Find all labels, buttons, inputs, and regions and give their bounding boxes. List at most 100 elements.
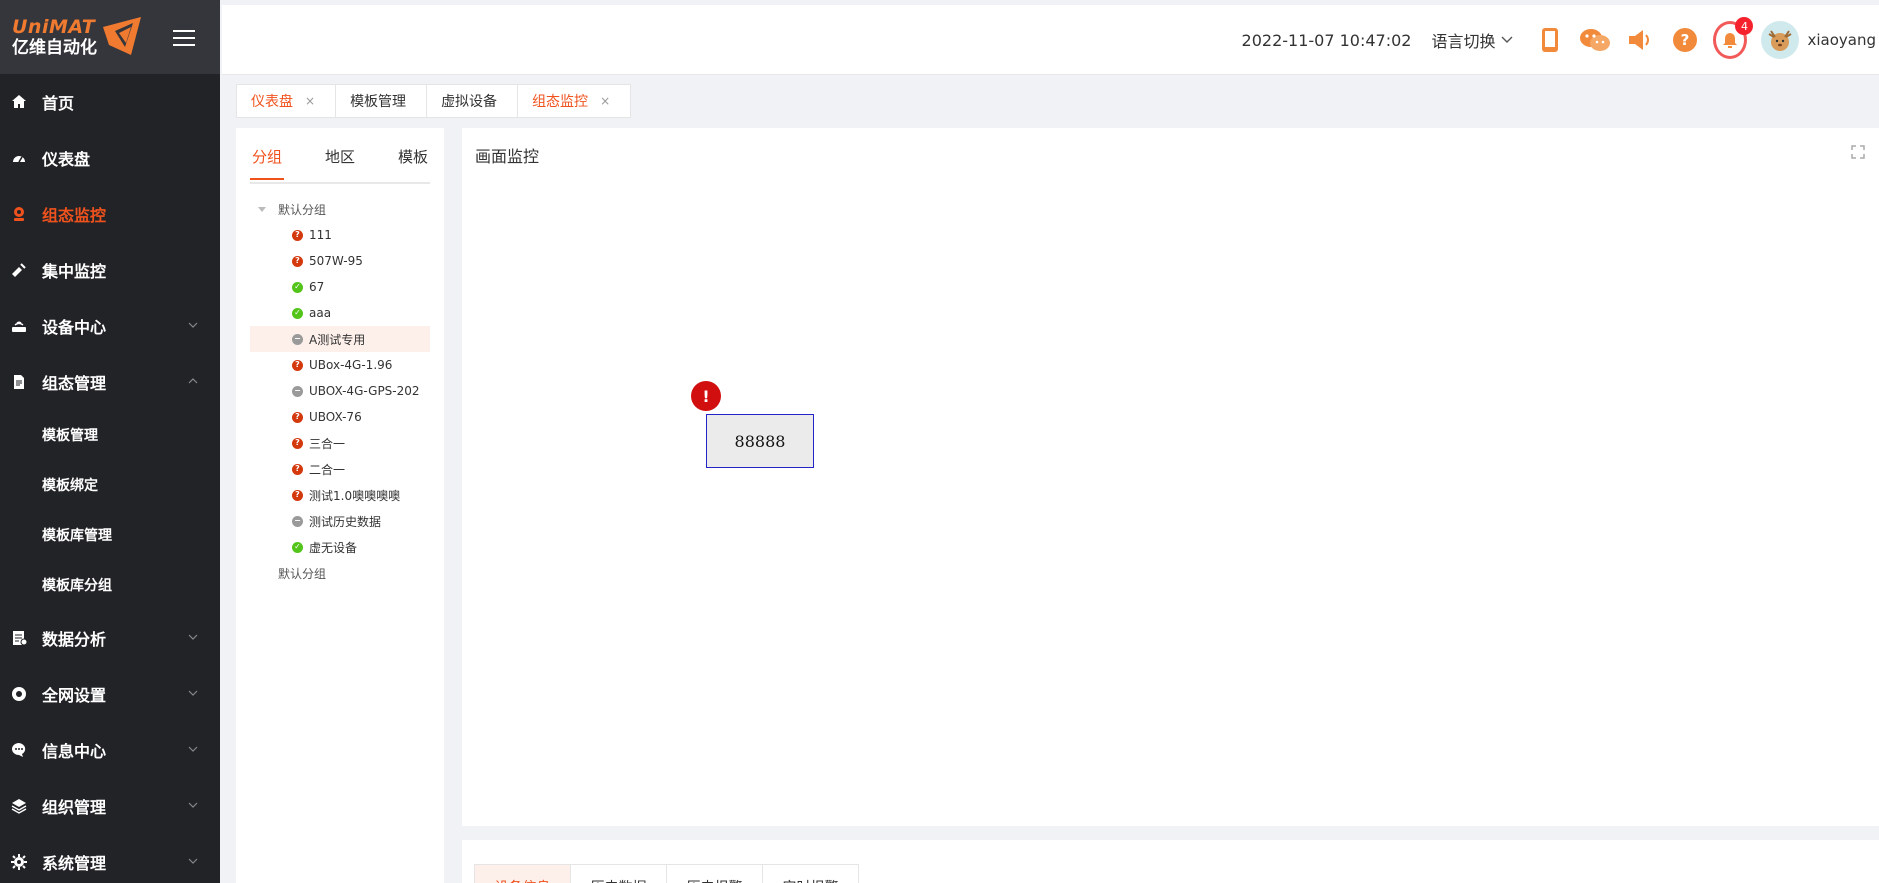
logo-mark-icon xyxy=(103,17,141,55)
sidebar-item-label: 设备中心 xyxy=(42,318,107,337)
sidebar-item[interactable]: 数据分析 xyxy=(0,610,220,666)
chevron-down-icon xyxy=(1501,36,1513,43)
chevron-down-icon xyxy=(188,634,198,640)
page-tab[interactable]: 组态监控 × xyxy=(517,84,632,118)
page-tab[interactable]: 模板管理 xyxy=(335,84,428,118)
gear-icon xyxy=(10,853,28,871)
mobile-icon[interactable] xyxy=(1533,23,1567,57)
document-icon xyxy=(10,373,28,391)
device-tree-item[interactable]: ✓ aaa xyxy=(250,300,430,326)
sidebar-item[interactable]: 系统管理 xyxy=(0,834,220,883)
detail-tab[interactable]: 历史报警 xyxy=(666,864,763,883)
chevron-down-icon xyxy=(188,858,198,864)
logo-bar: UniMAT 亿维自动化 xyxy=(0,0,220,74)
sidebar-subitem[interactable]: 模板库管理 xyxy=(0,510,220,560)
webcam-icon xyxy=(10,205,28,223)
device-name: A测试专用 xyxy=(309,332,366,347)
help-icon[interactable]: ? xyxy=(1668,23,1702,57)
device-name: 二合一 xyxy=(309,462,346,477)
error-status-icon: ? xyxy=(292,359,303,371)
logo-cn-text: 亿维自动化 xyxy=(12,37,97,58)
alert-indicator-icon[interactable]: ! xyxy=(691,381,721,411)
speaker-icon[interactable] xyxy=(1623,23,1657,57)
device-tree-item[interactable]: ✓ 虚无设备 xyxy=(250,534,430,560)
sidebar-nav: 首页仪表盘组态监控集中监控设备中心组态管理模板管理 模板绑定 模板库管理 模板库分组数… xyxy=(0,74,220,883)
detail-tab[interactable]: 实时报警 xyxy=(762,864,859,883)
page-tab-label: 模板管理 xyxy=(350,94,407,110)
device-tree-item[interactable]: ? 111 xyxy=(250,222,430,248)
tree-group-default[interactable]: 默认分组 xyxy=(250,196,430,222)
sidebar-item-label: 组态管理 xyxy=(42,374,107,393)
detail-tab[interactable]: 设备信息 xyxy=(474,864,571,883)
device-name: UBOX-76 xyxy=(309,410,362,424)
sidebar-item[interactable]: 信息中心 xyxy=(0,722,220,778)
offline-status-icon: − xyxy=(292,515,303,527)
logo-en-text: UniMAT xyxy=(12,15,96,38)
chevron-down-icon xyxy=(188,746,198,752)
chevron-down-icon xyxy=(188,802,198,808)
tree-group-label: 默认分组 xyxy=(278,566,327,581)
sidebar-item[interactable]: 集中监控 xyxy=(0,242,220,298)
device-tree-panel: 分组 地区 模板 默认分组 ? 111? 507W-95 ✓ 67 ✓ aaa − A测试专用? UB… xyxy=(236,128,444,883)
username[interactable]: xiaoyang xyxy=(1807,31,1876,49)
device-tree-item[interactable]: ? 三合一 xyxy=(250,430,430,456)
device-tree-item[interactable]: ? 507W-95 xyxy=(250,248,430,274)
panel-tab[interactable]: 地区 xyxy=(323,146,357,167)
device-tree-item[interactable]: ✓ 67 xyxy=(250,274,430,300)
sidebar-item-label: 组态监控 xyxy=(42,206,107,225)
device-list: ? 111? 507W-95 ✓ 67 ✓ aaa − A测试专用? UBox-4G-1.96− U… xyxy=(250,222,430,560)
menu-toggle-icon[interactable] xyxy=(173,30,195,46)
satellite-icon xyxy=(10,261,28,279)
alarm-bell-button[interactable]: 4 xyxy=(1713,17,1754,59)
device-name: 测试1.0噢噢噢噢 xyxy=(309,488,401,503)
detail-tab[interactable]: 历史数据 xyxy=(570,864,667,883)
value-display-widget[interactable]: 88888 xyxy=(706,414,814,468)
page-tab[interactable]: 仪表盘 × xyxy=(236,84,337,118)
sidebar-item-label: 首页 xyxy=(42,94,75,113)
online-status-icon: ✓ xyxy=(292,281,303,293)
sidebar-subitem[interactable]: 模板库分组 xyxy=(0,560,220,610)
wechat-icon[interactable] xyxy=(1578,23,1612,57)
sidebar-subitem[interactable]: 模板管理 xyxy=(0,410,220,460)
sidebar-item[interactable]: 仪表盘 xyxy=(0,130,220,186)
device-tree-item[interactable]: ? 二合一 xyxy=(250,456,430,482)
sidebar-item-label: 全网设置 xyxy=(42,686,107,705)
tree-group-secondary[interactable]: 默认分组 xyxy=(250,560,430,586)
device-name: 三合一 xyxy=(309,436,346,451)
device-tree-item[interactable]: − 测试历史数据 xyxy=(250,508,430,534)
sidebar-item[interactable]: 组态监控 xyxy=(0,186,220,242)
error-status-icon: ? xyxy=(292,437,303,449)
sidebar-item[interactable]: 组态管理 xyxy=(0,354,220,410)
offline-status-icon: − xyxy=(292,333,303,345)
error-status-icon: ? xyxy=(292,255,303,267)
home-icon xyxy=(10,93,28,111)
panel-tab[interactable]: 分组 xyxy=(250,146,285,180)
device-tree-item[interactable]: − UBOX-4G-GPS-202 xyxy=(250,378,430,404)
dashboard-icon xyxy=(10,149,28,167)
chevron-down-icon xyxy=(188,690,198,696)
close-icon[interactable]: × xyxy=(600,94,610,108)
page-tabs-bar: 仪表盘 × 模板管理 虚拟设备 组态监控 × xyxy=(222,84,1879,118)
sidebar-item[interactable]: 首页 xyxy=(0,74,220,130)
sidebar-item[interactable]: 组织管理 xyxy=(0,778,220,834)
device-name: aaa xyxy=(309,306,332,320)
sidebar-subitem[interactable]: 模板绑定 xyxy=(0,460,220,510)
layers-icon xyxy=(10,797,28,815)
language-switch[interactable]: 语言切换 xyxy=(1431,28,1513,52)
device-tree-item[interactable]: ? UBox-4G-1.96 xyxy=(250,352,430,378)
page-tab-label: 仪表盘 xyxy=(251,94,293,110)
device-name: 67 xyxy=(309,280,325,294)
panel-tab[interactable]: 模板 xyxy=(396,146,430,167)
page-tab[interactable]: 虚拟设备 xyxy=(426,84,519,118)
sidebar-item-label: 仪表盘 xyxy=(42,150,91,169)
sidebar-item[interactable]: 全网设置 xyxy=(0,666,220,722)
fullscreen-icon[interactable] xyxy=(1851,145,1865,159)
sidebar-item[interactable]: 设备中心 xyxy=(0,298,220,354)
language-label: 语言切换 xyxy=(1431,32,1496,51)
avatar[interactable] xyxy=(1761,21,1800,59)
device-name: 测试历史数据 xyxy=(309,514,382,529)
close-icon[interactable]: × xyxy=(305,94,315,108)
device-tree-item[interactable]: ? UBOX-76 xyxy=(250,404,430,430)
device-tree-item[interactable]: ? 测试1.0噢噢噢噢 xyxy=(250,482,430,508)
device-tree-item[interactable]: − A测试专用 xyxy=(250,326,430,352)
